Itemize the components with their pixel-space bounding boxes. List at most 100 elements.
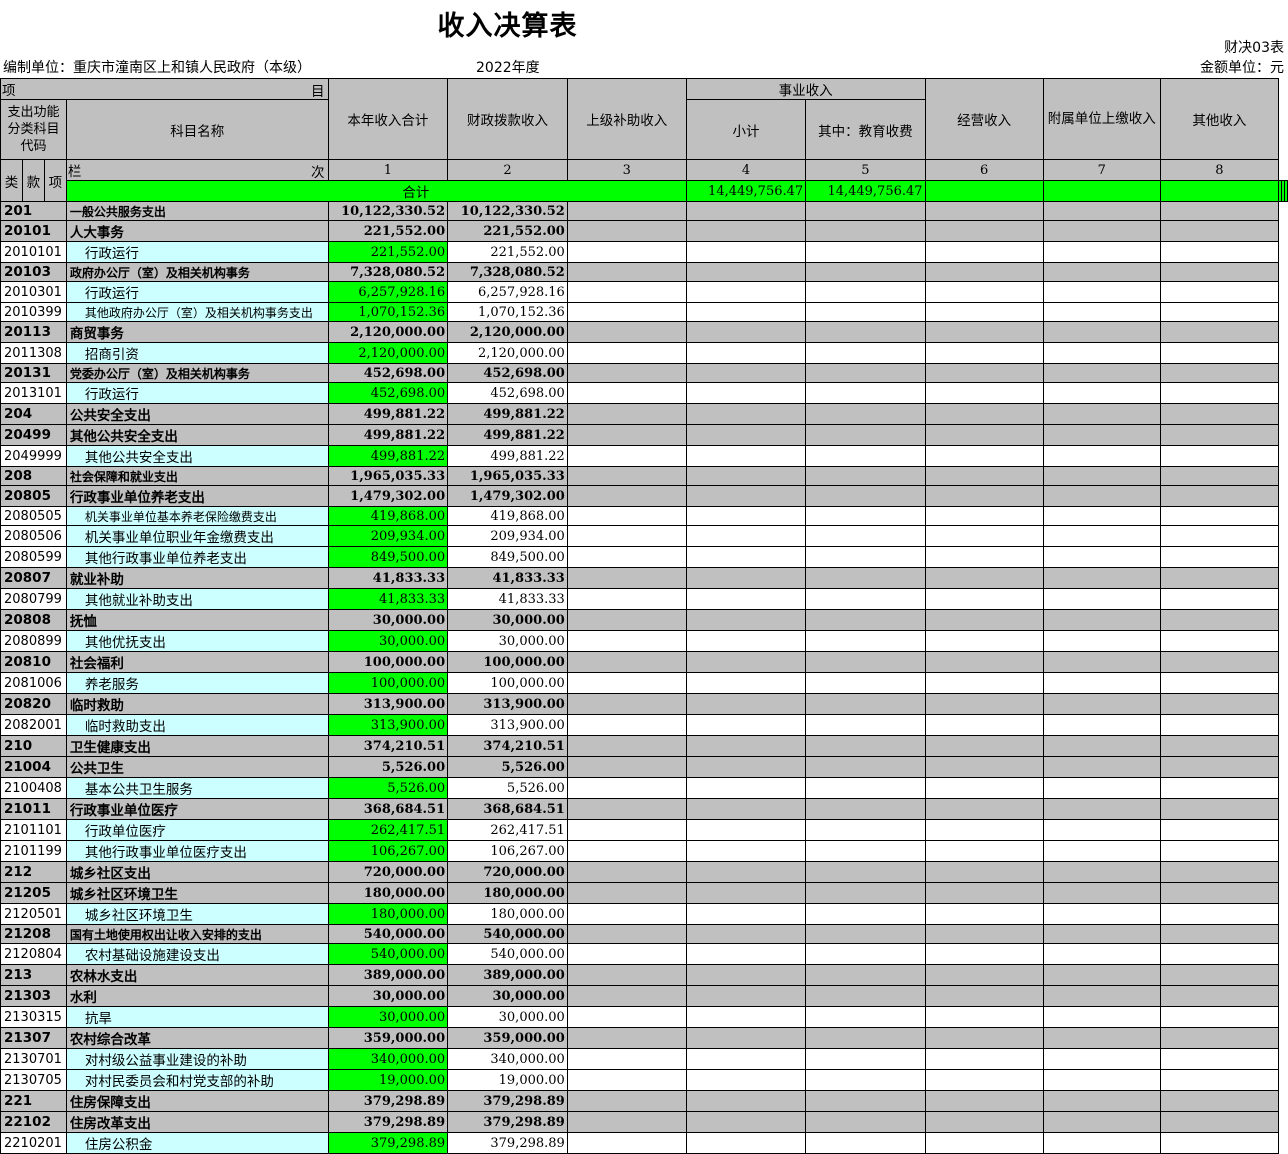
row-empty-c6 xyxy=(924,1027,1044,1049)
row-empty-c5 xyxy=(805,630,926,652)
row-empty-c8 xyxy=(1159,651,1280,673)
row-subject-name: 养老服务 xyxy=(65,672,329,694)
row-empty-c6 xyxy=(924,302,1044,322)
row-total-income: 340,000.00 xyxy=(327,1048,449,1070)
row-empty-c6 xyxy=(924,924,1044,944)
row-empty-c6 xyxy=(924,840,1044,862)
row-empty-c4 xyxy=(685,262,807,282)
row-subject-name: 住房保障支出 xyxy=(65,1090,329,1112)
row-empty-c8 xyxy=(1159,445,1280,467)
row-empty-c4 xyxy=(685,445,807,467)
row-empty-c7 xyxy=(1042,302,1161,322)
table-row: 208 社会保障和就业支出 1,965,035.33 1,965,035.33 xyxy=(0,466,1288,486)
row-empty-c5 xyxy=(805,201,926,221)
row-fiscal: 180,000.00 xyxy=(447,903,568,925)
row-subject-name: 人大事务 xyxy=(65,220,329,242)
row-empty-c8 xyxy=(1159,840,1280,862)
row-code: 20499 xyxy=(0,424,67,446)
row-code: 21307 xyxy=(0,1027,67,1049)
row-fiscal: 313,900.00 xyxy=(447,714,568,736)
table-row: 2081006 养老服务 100,000.00 100,000.00 xyxy=(0,672,1288,694)
row-empty-c3 xyxy=(566,756,687,778)
row-code: 20820 xyxy=(0,693,67,715)
row-empty-c7 xyxy=(1042,403,1161,425)
row-empty-c3 xyxy=(566,985,687,1007)
row-fiscal: 379,298.89 xyxy=(447,1132,568,1154)
row-empty-c4 xyxy=(685,466,807,486)
row-empty-c5 xyxy=(805,382,926,404)
row-empty-c5 xyxy=(805,262,926,282)
row-total-income: 389,000.00 xyxy=(327,964,449,986)
row-fiscal: 221,552.00 xyxy=(447,220,568,242)
row-total-income: 1,965,035.33 xyxy=(327,466,449,486)
table-row: 20103 政府办公厅（室）及相关机构事务 7,328,080.52 7,328,08… xyxy=(0,262,1288,282)
row-empty-c8 xyxy=(1159,630,1280,652)
row-fiscal: 180,000.00 xyxy=(447,882,568,904)
row-empty-c3 xyxy=(566,903,687,925)
row-empty-c7 xyxy=(1042,588,1161,610)
row-fiscal: 7,328,080.52 xyxy=(447,262,568,282)
row-fiscal: 379,298.89 xyxy=(447,1111,568,1133)
row-code: 2210201 xyxy=(0,1132,67,1154)
table-row: 2130701 对村级公益事业建设的补助 340,000.00 340,000.00 xyxy=(0,1048,1288,1070)
row-empty-c8 xyxy=(1159,798,1280,820)
row-empty-c8 xyxy=(1159,302,1280,322)
row-empty-c8 xyxy=(1159,1111,1280,1133)
row-subject-name: 其他政府办公厅（室）及相关机构事务支出 xyxy=(65,302,329,322)
row-fiscal: 221,552.00 xyxy=(447,241,568,263)
total-c2: 14,449,756.47 xyxy=(805,180,926,202)
row-empty-c4 xyxy=(685,1111,807,1133)
row-total-income: 100,000.00 xyxy=(327,672,449,694)
row-empty-c3 xyxy=(566,321,687,343)
row-empty-c6 xyxy=(924,861,1044,883)
table-row: 2049999 其他公共安全支出 499,881.22 499,881.22 xyxy=(0,445,1288,467)
header-subtotal: 小计 xyxy=(685,99,807,160)
row-fiscal: 10,122,330.52 xyxy=(447,201,568,221)
row-subject-name: 城乡社区支出 xyxy=(65,861,329,883)
row-subject-name: 城乡社区环境卫生 xyxy=(65,903,329,925)
row-empty-c8 xyxy=(1159,693,1280,715)
row-empty-c4 xyxy=(685,798,807,820)
row-empty-c6 xyxy=(924,756,1044,778)
row-empty-c7 xyxy=(1042,466,1161,486)
table-row: 21004 公共卫生 5,526.00 5,526.00 xyxy=(0,756,1288,778)
row-empty-c4 xyxy=(685,943,807,965)
row-empty-c4 xyxy=(685,964,807,986)
row-empty-c8 xyxy=(1159,735,1280,757)
row-empty-c7 xyxy=(1042,445,1161,467)
row-total-income: 262,417.51 xyxy=(327,819,449,841)
row-empty-c6 xyxy=(924,882,1044,904)
row-subject-name: 就业补助 xyxy=(65,567,329,589)
row-empty-c5 xyxy=(805,1111,926,1133)
row-fiscal: 30,000.00 xyxy=(447,1006,568,1028)
header-operating: 经营收入 xyxy=(924,78,1044,160)
row-empty-c4 xyxy=(685,321,807,343)
row-total-income: 19,000.00 xyxy=(327,1069,449,1091)
row-empty-c5 xyxy=(805,943,926,965)
row-empty-c5 xyxy=(805,985,926,1007)
table-row: 2101101 行政单位医疗 262,417.51 262,417.51 xyxy=(0,819,1288,841)
row-fiscal: 720,000.00 xyxy=(447,861,568,883)
row-empty-c7 xyxy=(1042,321,1161,343)
row-total-income: 106,267.00 xyxy=(327,840,449,862)
row-empty-c3 xyxy=(566,1090,687,1112)
form-number: 财决03表 xyxy=(1224,40,1284,56)
row-empty-c6 xyxy=(924,201,1044,221)
row-empty-c4 xyxy=(685,756,807,778)
row-empty-c6 xyxy=(924,630,1044,652)
row-total-income: 374,210.51 xyxy=(327,735,449,757)
row-subject-name: 对村级公益事业建设的补助 xyxy=(65,1048,329,1070)
row-empty-c4 xyxy=(685,1027,807,1049)
table-row: 2210201 住房公积金 379,298.89 379,298.89 xyxy=(0,1132,1288,1154)
row-empty-c6 xyxy=(924,281,1044,303)
row-subject-name: 其他公共安全支出 xyxy=(65,445,329,467)
row-total-income: 6,257,928.16 xyxy=(327,281,449,303)
row-empty-c7 xyxy=(1042,943,1161,965)
row-code: 204 xyxy=(0,403,67,425)
row-empty-c5 xyxy=(805,506,926,526)
row-empty-c8 xyxy=(1159,756,1280,778)
total-row: 合计 14,449,756.47 14,449,756.47 xyxy=(1,180,1288,202)
row-empty-c4 xyxy=(685,924,807,944)
header-kuan: 款 xyxy=(21,159,45,202)
row-empty-c3 xyxy=(566,735,687,757)
